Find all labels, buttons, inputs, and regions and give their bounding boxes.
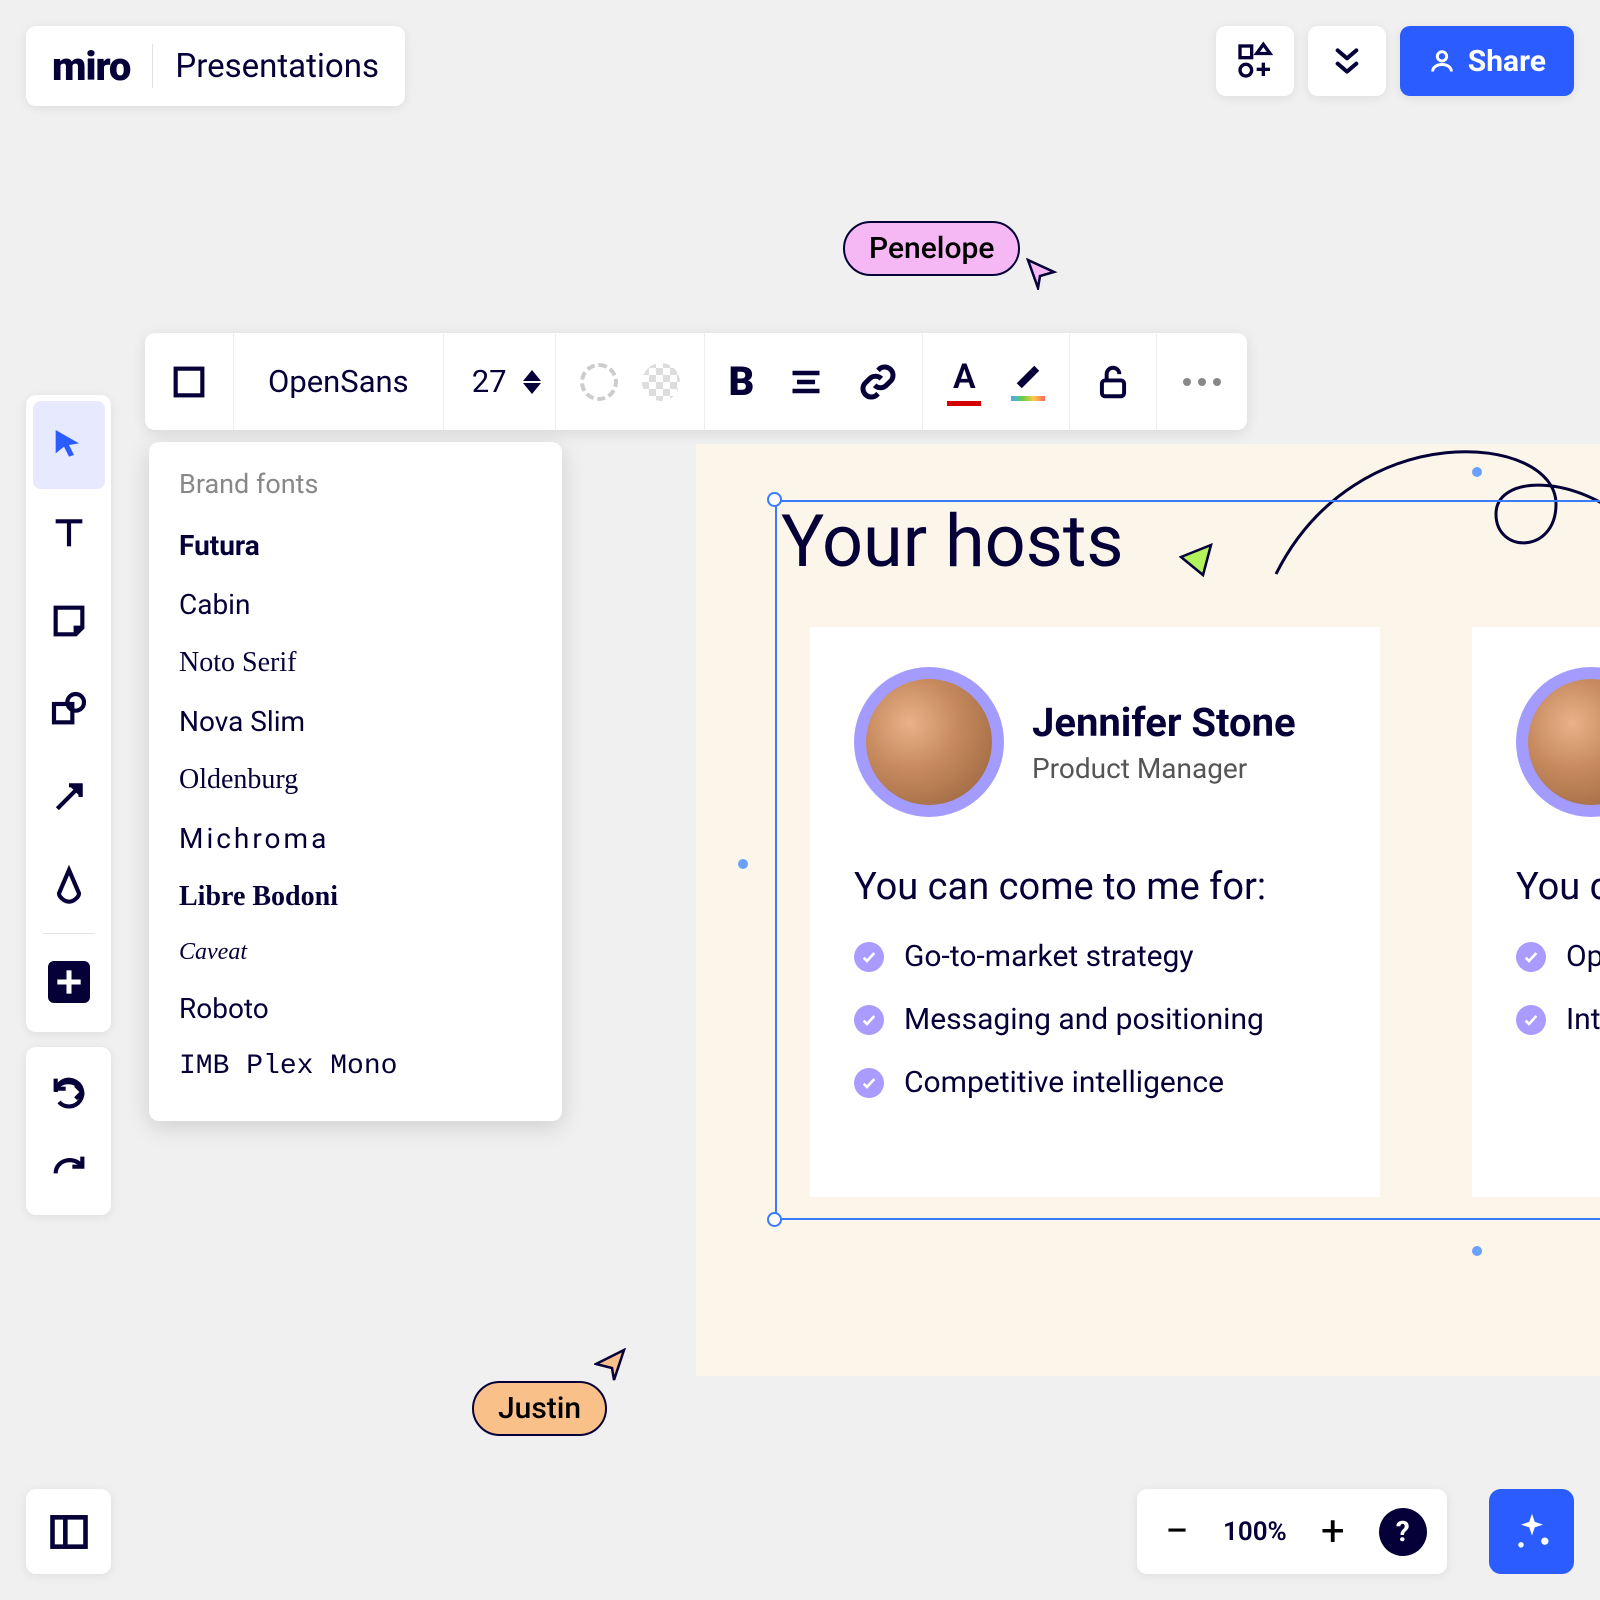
font-item-futura[interactable]: Futura: [149, 516, 562, 575]
more-options-button[interactable]: [1157, 333, 1247, 430]
selection-box[interactable]: [775, 500, 1600, 1220]
font-size-selector[interactable]: 27: [444, 333, 556, 430]
border-color-button[interactable]: [580, 363, 618, 401]
font-section-label: Brand fonts: [149, 468, 562, 516]
font-item-oldenburg[interactable]: Oldenburg: [149, 751, 562, 809]
lock-button[interactable]: [1070, 333, 1157, 430]
font-item-michroma[interactable]: Michroma: [149, 809, 562, 868]
ai-assist-button[interactable]: [1489, 1489, 1574, 1574]
frames-panel-button[interactable]: [26, 1489, 111, 1574]
link-button[interactable]: [858, 362, 898, 402]
color-controls: [556, 333, 705, 430]
collaborator-cursor-penelope: Penelope: [843, 221, 1020, 276]
board-name[interactable]: Presentations: [175, 47, 379, 86]
divider: [152, 44, 153, 88]
redo-button[interactable]: [33, 1131, 105, 1209]
present-collapse-button[interactable]: [1308, 26, 1386, 96]
font-family-selector[interactable]: OpenSans: [234, 333, 444, 430]
text-color-button[interactable]: A: [947, 357, 981, 406]
collaborator-cursor-justin: Justin: [472, 1381, 607, 1436]
zoom-out-button[interactable]: −: [1157, 1512, 1197, 1552]
frame-type-button[interactable]: [145, 333, 234, 430]
undo-redo-panel: [26, 1047, 111, 1215]
style-controls: A: [923, 333, 1070, 430]
share-button[interactable]: Share: [1400, 26, 1574, 96]
context-toolbar: OpenSans 27 B A: [145, 333, 1247, 430]
sticky-tool[interactable]: [33, 577, 105, 665]
zoom-percent[interactable]: 100%: [1223, 1517, 1287, 1547]
cursor-arrow-icon: [594, 1348, 628, 1382]
font-item-cabin[interactable]: Cabin: [149, 575, 562, 634]
zoom-in-button[interactable]: +: [1313, 1512, 1353, 1552]
arrow-tool[interactable]: [33, 753, 105, 841]
fill-color-button[interactable]: [642, 363, 680, 401]
font-item-libre-bodoni[interactable]: Libre Bodoni: [149, 868, 562, 926]
header-left: miro Presentations: [26, 26, 405, 106]
font-item-noto-serif[interactable]: Noto Serif: [149, 634, 562, 692]
share-label: Share: [1468, 44, 1546, 79]
toolbar-separator: [43, 933, 95, 934]
bold-button[interactable]: B: [729, 358, 755, 405]
shape-tool[interactable]: [33, 665, 105, 753]
pen-tool[interactable]: [33, 841, 105, 929]
zoom-bar: − 100% + ?: [1137, 1489, 1447, 1574]
undo-button[interactable]: [33, 1053, 105, 1131]
more-tools[interactable]: [33, 938, 105, 1026]
text-tool[interactable]: [33, 489, 105, 577]
apps-button[interactable]: [1216, 26, 1294, 96]
font-size-stepper[interactable]: [523, 370, 541, 394]
font-item-nova-slim[interactable]: Nova Slim: [149, 692, 562, 751]
selection-midpoint[interactable]: [1472, 467, 1482, 477]
left-toolbar: [26, 395, 111, 1032]
selection-handle[interactable]: [767, 492, 782, 507]
text-format-controls: B: [705, 333, 924, 430]
selection-midpoint[interactable]: [738, 859, 748, 869]
logo[interactable]: miro: [52, 43, 130, 90]
select-tool[interactable]: [33, 401, 105, 489]
cursor-arrow-icon: [1026, 258, 1058, 290]
font-item-ibm-plex-mono[interactable]: IMB Plex Mono: [149, 1038, 562, 1095]
selection-handle[interactable]: [767, 1212, 782, 1227]
font-dropdown: Brand fonts Futura Cabin Noto Serif Nova…: [149, 442, 562, 1121]
help-button[interactable]: ?: [1379, 1508, 1427, 1556]
selection-midpoint[interactable]: [1472, 1246, 1482, 1256]
header-right: Share: [1216, 26, 1574, 96]
align-button[interactable]: [788, 364, 824, 400]
font-item-roboto[interactable]: Roboto: [149, 979, 562, 1038]
font-item-caveat[interactable]: Caveat: [149, 926, 562, 979]
highlight-button[interactable]: [1011, 362, 1045, 401]
